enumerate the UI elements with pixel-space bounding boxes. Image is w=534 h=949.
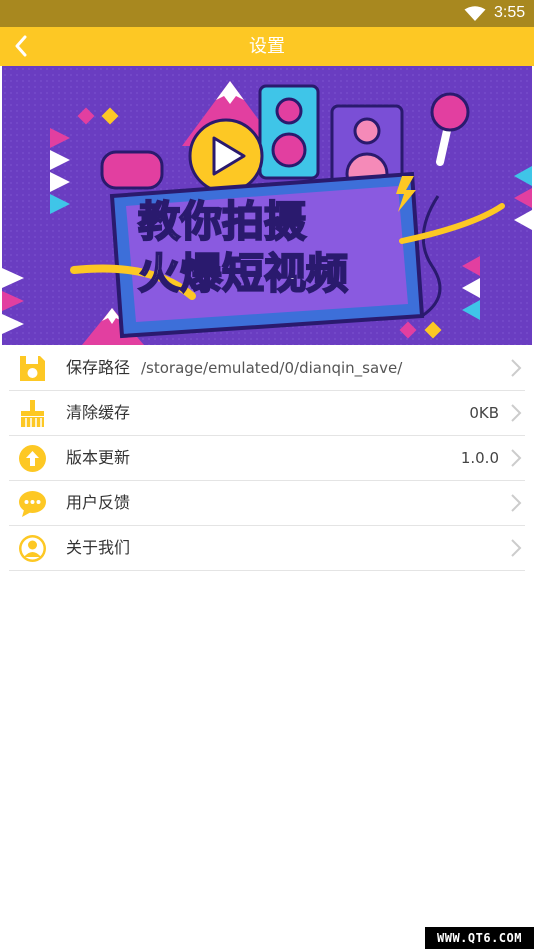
banner-line1: 教你拍摄 [138,197,306,246]
user-icon [19,535,46,562]
promo-banner[interactable]: 教你拍摄 火爆短视频 [2,66,532,345]
wifi-icon [464,6,486,21]
site-watermark: WWW.QT6.COM [425,927,534,949]
save-icon [20,356,45,381]
settings-label: 版本更新 [66,448,131,467]
settings-label: 保存路径 [66,358,131,377]
chevron-right-icon [511,494,522,512]
broom-icon [21,400,44,427]
chevron-right-icon [511,539,522,557]
chevron-right-icon [511,359,522,377]
chat-bubble-icon [19,491,46,517]
settings-row-about[interactable]: 关于我们 [9,526,525,571]
chevron-right-icon [511,404,522,422]
upload-arrow-icon [19,445,46,472]
banner-line2: 火爆短视频 [138,249,348,298]
chevron-left-icon [15,35,27,57]
page-title: 设置 [249,36,285,57]
settings-row-save-path[interactable]: 保存路径 /storage/emulated/0/dianqin_save/ [9,346,525,391]
settings-label: 关于我们 [66,538,131,557]
settings-list: 保存路径 /storage/emulated/0/dianqin_save/ 清… [0,346,534,571]
save-path-value: /storage/emulated/0/dianqin_save/ [141,359,403,377]
cache-size-value: 0KB [469,404,499,422]
chevron-right-icon [511,449,522,467]
settings-row-feedback[interactable]: 用户反馈 [9,481,525,526]
settings-row-version-update[interactable]: 版本更新 1.0.0 [9,436,525,481]
status-bar: 3:55 [0,0,534,27]
banner-illustration: 教你拍摄 火爆短视频 [2,66,532,345]
status-time: 3:55 [494,4,526,21]
settings-label: 清除缓存 [66,403,131,422]
app-bar: 设置 [0,27,534,66]
back-button[interactable] [6,31,36,61]
version-value: 1.0.0 [460,449,499,467]
settings-row-clear-cache[interactable]: 清除缓存 0KB [9,391,525,436]
settings-label: 用户反馈 [66,493,131,512]
